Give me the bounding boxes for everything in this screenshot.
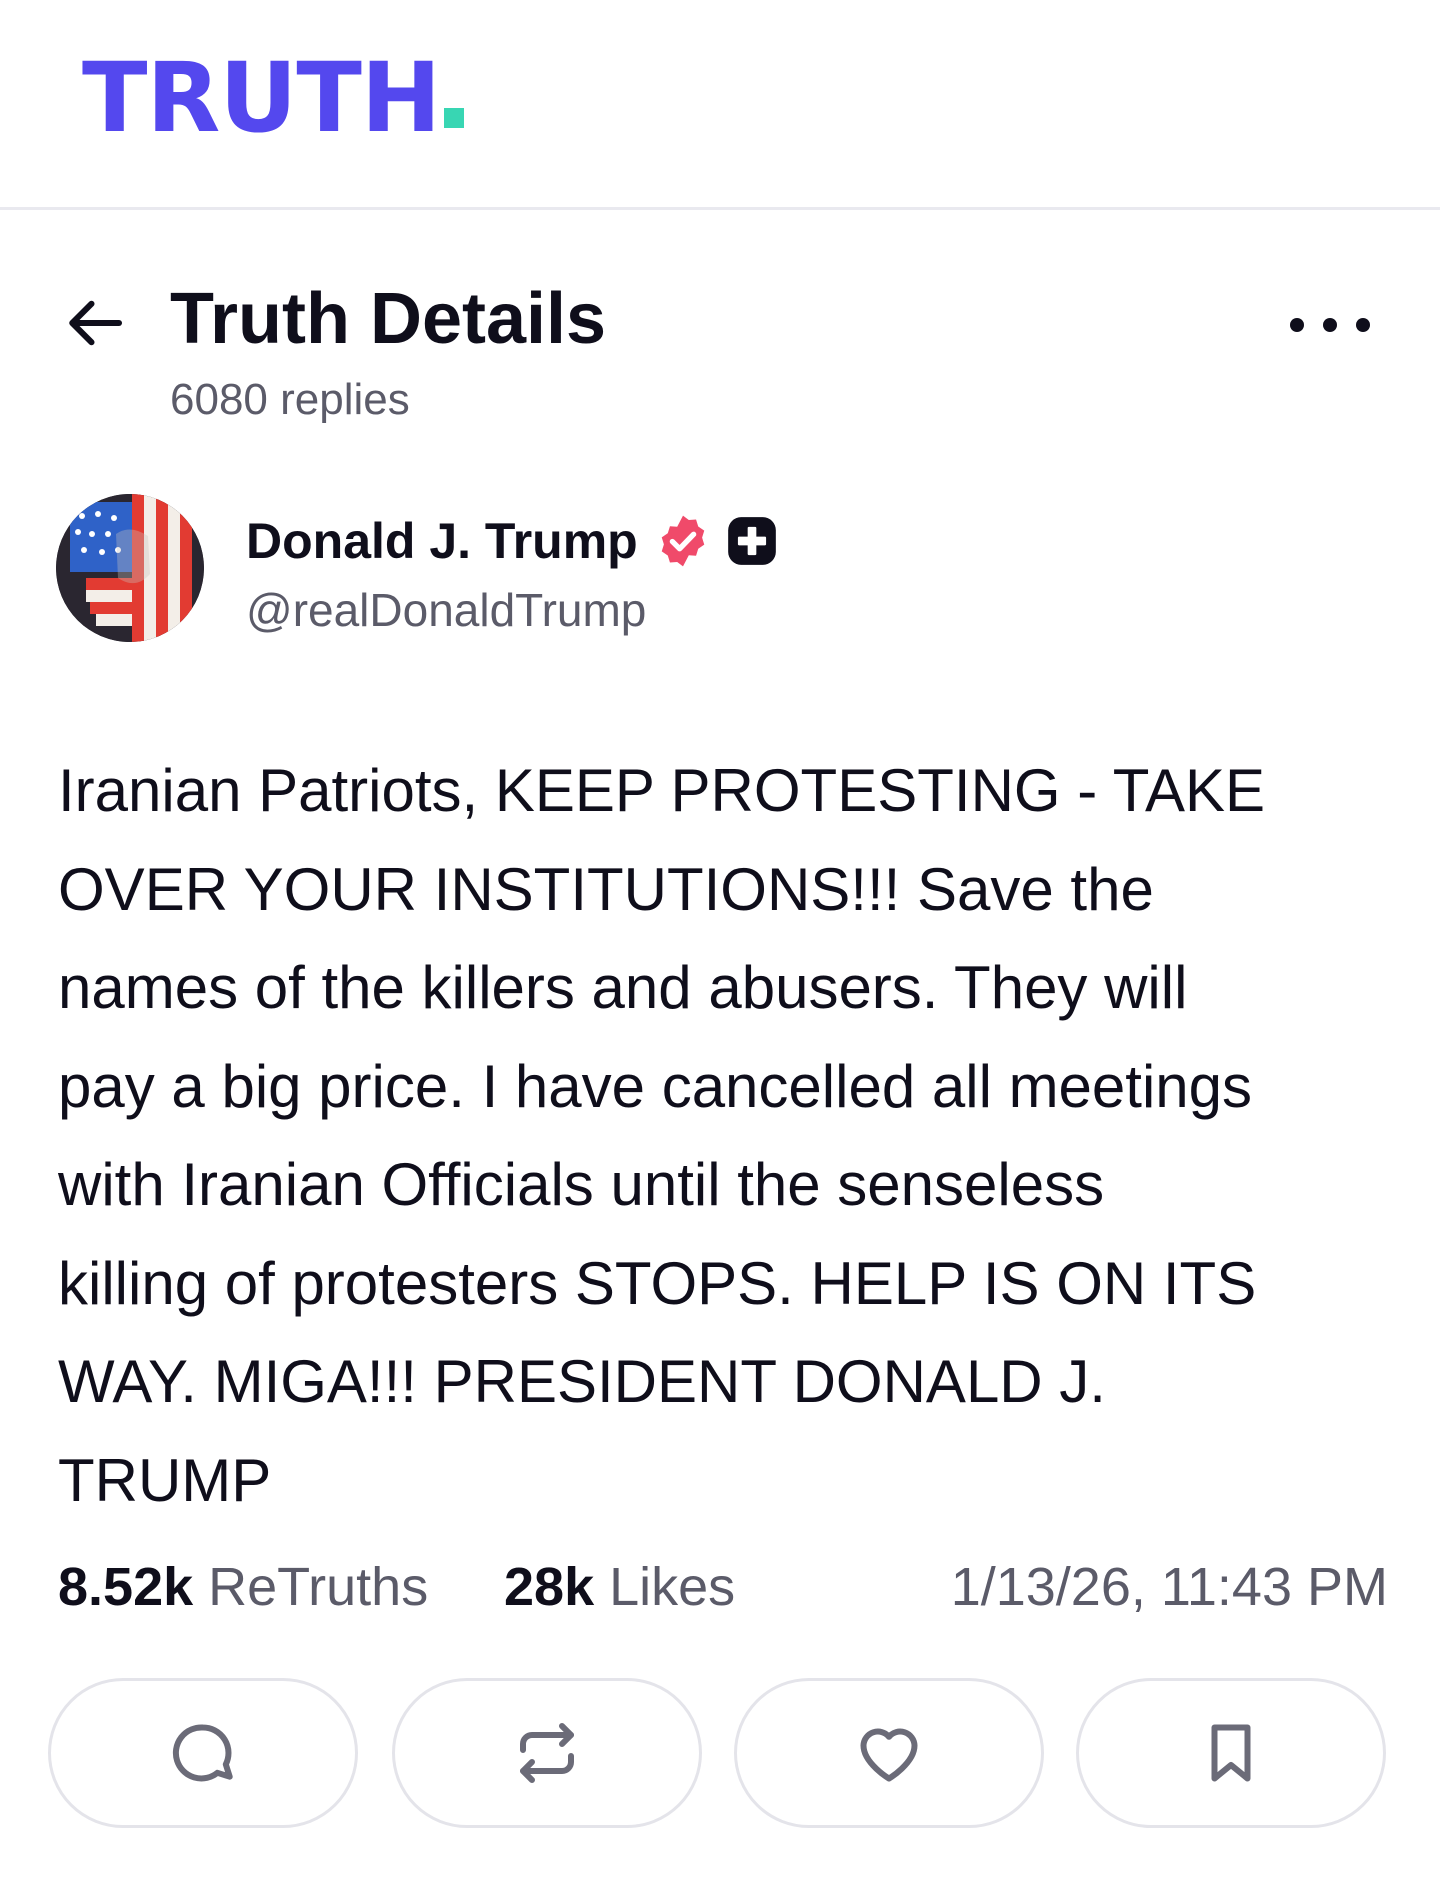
retruths-label: ReTruths	[208, 1557, 429, 1617]
retruths-count: 8.52k	[58, 1557, 194, 1617]
post-timestamp: 1/13/26, 11:43 PM	[950, 1557, 1388, 1617]
back-button[interactable]	[64, 290, 130, 356]
like-heart-icon	[860, 1728, 918, 1782]
retruths-stat[interactable]: 8.52k ReTruths	[58, 1552, 428, 1622]
logo-dot	[444, 108, 465, 128]
author-handle[interactable]: @realDonaldTrump	[246, 580, 646, 640]
like-button[interactable]	[734, 1678, 1044, 1828]
author-name[interactable]: Donald J. Trump	[246, 512, 638, 570]
plus-badge-icon	[727, 517, 776, 565]
likes-stat[interactable]: 28k Likes	[504, 1552, 735, 1622]
reply-count: 6080 replies	[170, 375, 410, 424]
verified-badge-icon	[661, 515, 704, 567]
bookmark-icon	[1211, 1724, 1251, 1782]
truth-logo[interactable]: TRUTH	[82, 42, 465, 154]
more-dot	[1356, 318, 1370, 332]
post-stats: 8.52k ReTruths 28k Likes 1/13/26, 11:43 …	[58, 1552, 1388, 1622]
retruth-icon	[520, 1723, 574, 1783]
post-text: Iranian Patriots, KEEP PROTESTING - TAKE…	[58, 757, 1266, 1514]
retruth-button[interactable]	[392, 1678, 702, 1828]
author-name-row: Donald J. Trump	[246, 504, 778, 578]
bookmark-button[interactable]	[1076, 1678, 1386, 1828]
more-options-button[interactable]	[1290, 300, 1370, 350]
reply-icon	[172, 1724, 233, 1782]
logo-text: TRUTH	[82, 42, 441, 154]
top-bar: TRUTH	[0, 0, 1440, 210]
arrow-left-icon	[69, 300, 123, 346]
more-horizontal-icon	[1290, 318, 1304, 332]
action-bar	[48, 1678, 1394, 1828]
post-author: Donald J. Trump @realDonaldTrump	[0, 494, 1440, 654]
avatar[interactable]	[56, 494, 204, 642]
avatar-image	[56, 494, 204, 642]
page-title: Truth Details	[170, 279, 607, 359]
likes-count: 28k	[504, 1557, 595, 1617]
likes-label: Likes	[609, 1557, 736, 1617]
more-dot	[1323, 318, 1337, 332]
page-header: Truth Details 6080 replies	[0, 260, 1440, 430]
reply-button[interactable]	[48, 1678, 358, 1828]
